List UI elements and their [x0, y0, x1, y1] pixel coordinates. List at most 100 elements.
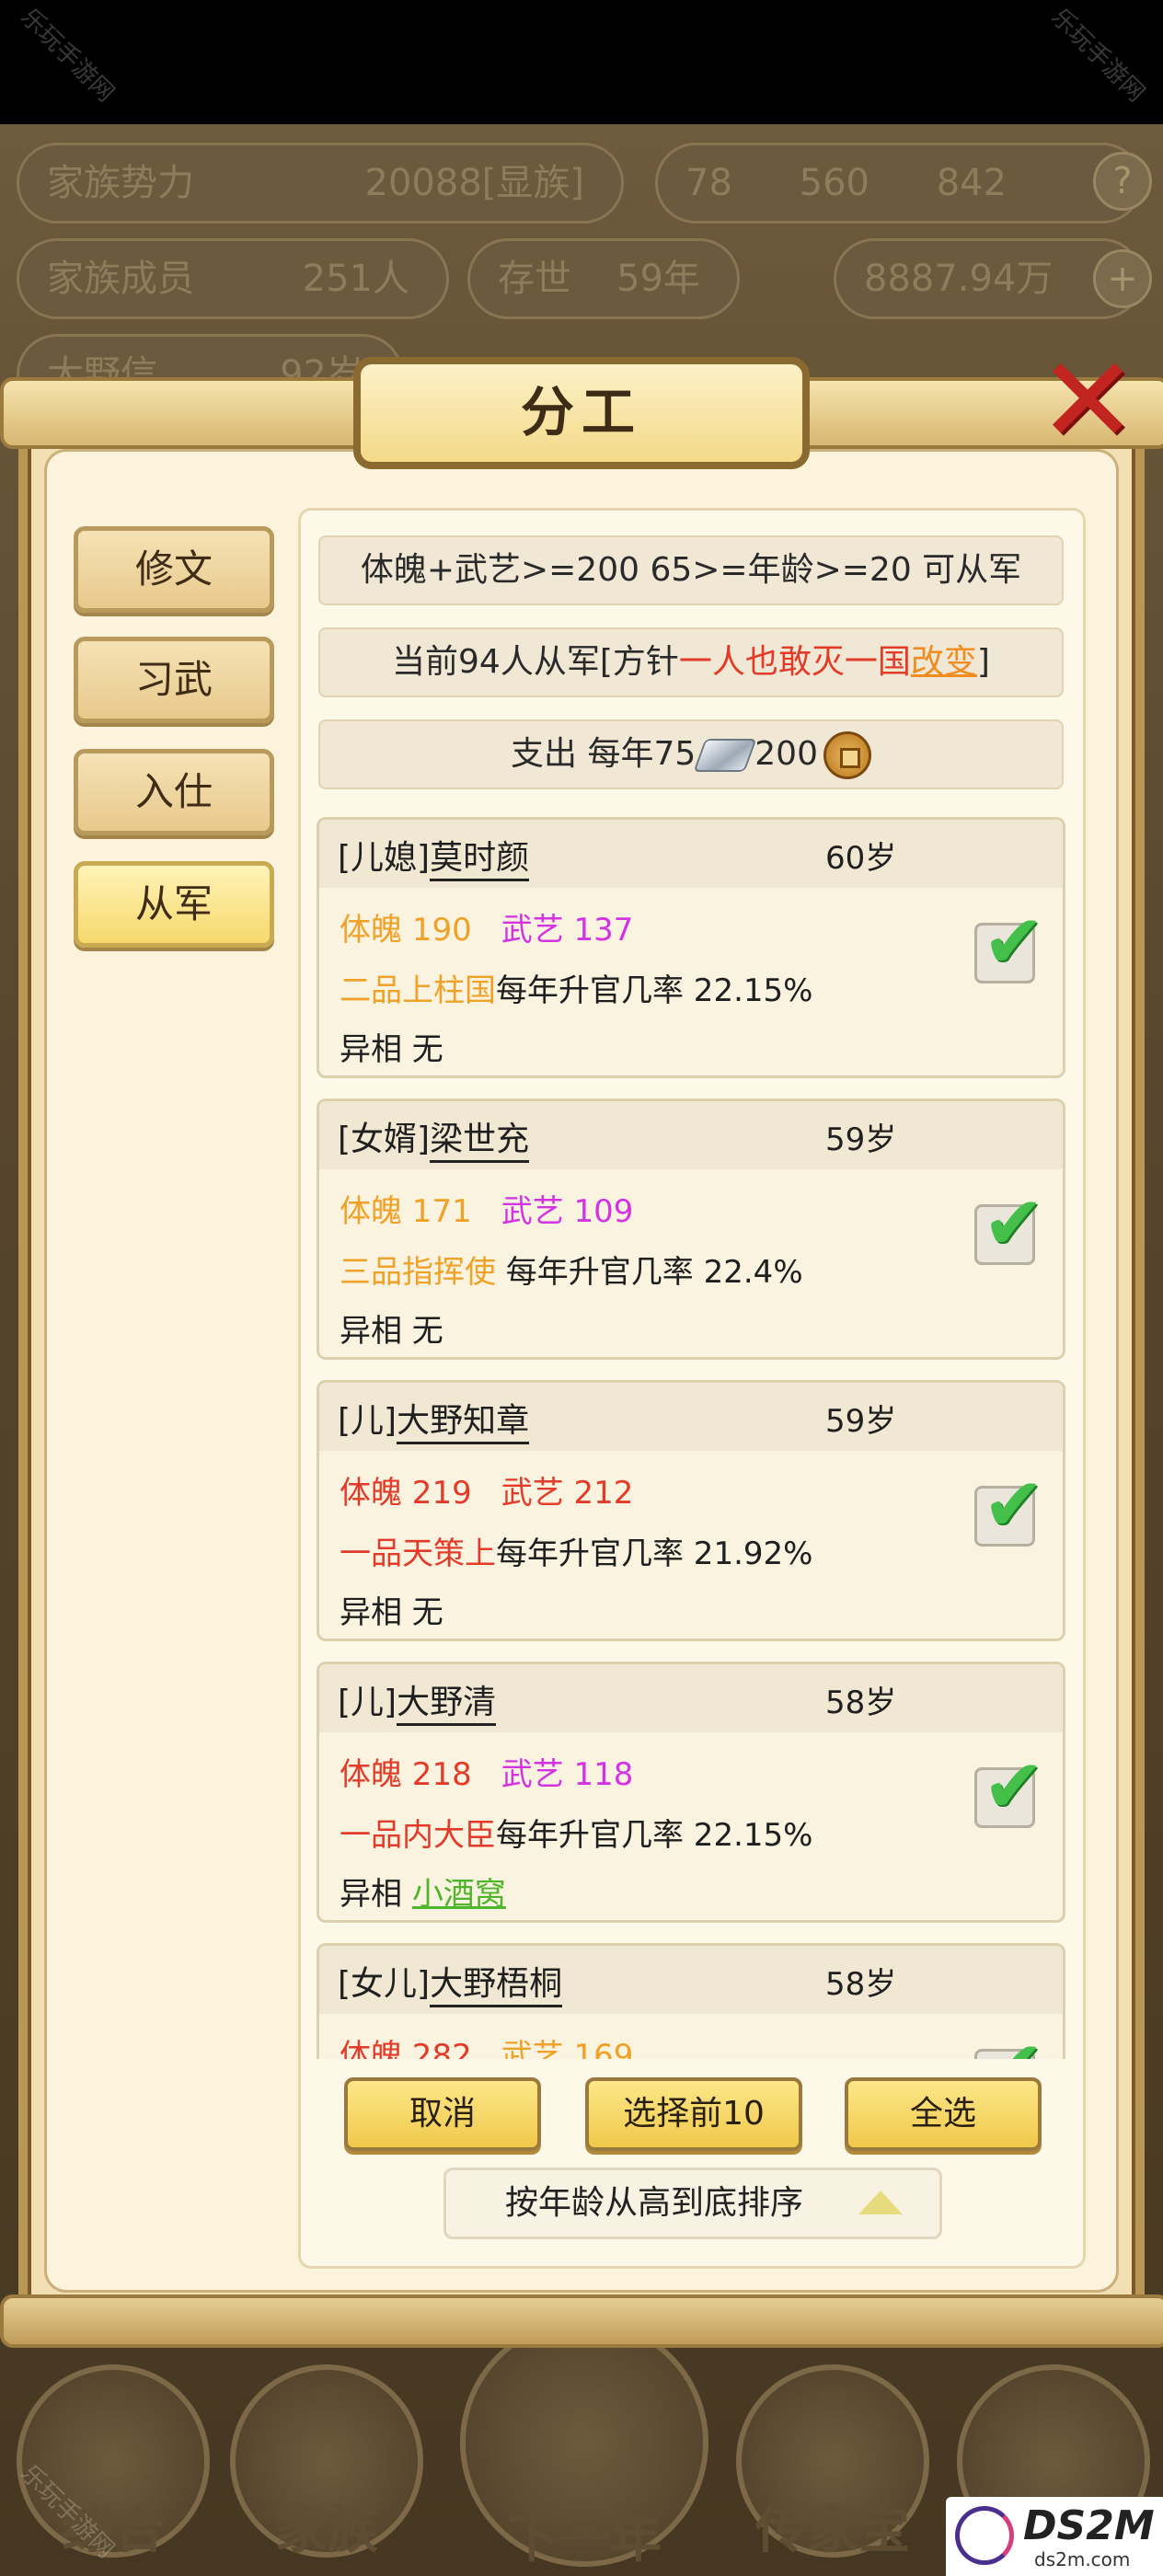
tab-military[interactable]: 从军: [74, 861, 274, 948]
nav-next-year-button[interactable]: 下一年: [460, 2318, 708, 2570]
stats-line: 体魄 171 武艺 109: [340, 1186, 633, 1231]
select-checkbox[interactable]: ✔: [974, 2031, 1044, 2059]
select-top10-button[interactable]: 选择前10: [585, 2077, 802, 2151]
checkmark-icon: ✔: [983, 1743, 1045, 1829]
resource-bar: 78 560 842: [655, 143, 1143, 224]
sort-up-icon: [858, 2191, 903, 2214]
status-bar: [0, 0, 1163, 124]
add-money-icon[interactable]: +: [1093, 249, 1152, 308]
coin-cost: 200: [754, 735, 818, 773]
member-name: [女婿]梁世充: [338, 1112, 530, 1163]
select-checkbox[interactable]: ✔: [974, 1187, 1044, 1265]
close-icon[interactable]: ✕: [1031, 340, 1145, 464]
physique-stat: 体魄 218: [340, 1756, 472, 1793]
sort-toggle[interactable]: 按年龄从高到底排序: [443, 2168, 942, 2239]
physique-stat: 体魄 219: [340, 1475, 472, 1512]
martial-stat: 武艺 212: [501, 1475, 634, 1512]
nav-overview-button[interactable]: 综合: [17, 2364, 210, 2560]
person-name[interactable]: 大野知章: [397, 1402, 530, 1444]
dialog-title: 分工: [353, 357, 810, 469]
policy-name: 一人也敢灭一国: [678, 643, 911, 681]
checkmark-icon: ✔: [983, 899, 1045, 984]
select-checkbox[interactable]: ✔: [974, 1468, 1044, 1547]
promotion-rate: 每年升官几率 21.92%: [496, 1535, 813, 1572]
relation-label: [儿]: [338, 1684, 397, 1721]
member-name: [女儿]大野梧桐: [338, 1957, 563, 2007]
trait-line: 异相 无: [340, 1024, 443, 1069]
help-icon[interactable]: ?: [1093, 152, 1152, 211]
list-item[interactable]: [女儿]大野梧桐 58岁 体魄 282 武艺 169 ✔: [317, 1943, 1065, 2059]
physique-stat: 体魄 282: [340, 2038, 472, 2059]
martial-stat: 武艺 169: [501, 2038, 634, 2059]
tab-study[interactable]: 修文: [74, 526, 274, 613]
tab-officialdom[interactable]: 入仕: [74, 749, 274, 835]
promotion-rate: 每年升官几率 22.15%: [496, 972, 813, 1009]
stats-line: 体魄 190 武艺 137: [340, 904, 633, 949]
martial-stat: 武艺 109: [501, 1193, 634, 1230]
member-name: [儿媳]莫时颜: [338, 831, 530, 881]
select-checkbox[interactable]: ✔: [974, 1750, 1044, 1828]
promotion-rate: 每年升官几率 22.4%: [496, 1254, 803, 1291]
trait-label: 异相: [340, 1876, 412, 1913]
member-list[interactable]: [儿媳]莫时颜 60岁 体魄 190 武艺 137 二品上柱国每年升官几率 22.…: [317, 815, 1067, 2059]
sort-label: 按年龄从高到底排序: [505, 2184, 804, 2222]
member-age: 59岁: [825, 1403, 897, 1440]
list-item[interactable]: [女婿]梁世充 59岁 体魄 171 武艺 109 三品指挥使 每年升官几率 22…: [317, 1098, 1065, 1360]
martial-stat: 武艺 137: [501, 912, 634, 949]
promotion-rate: 每年升官几率 22.15%: [496, 1817, 813, 1854]
coin-count: 842: [936, 162, 1008, 204]
trait-label: 异相 无: [340, 1031, 443, 1068]
rank-line: 二品上柱国每年升官几率 22.15%: [340, 965, 812, 1010]
member-age: 58岁: [825, 1685, 897, 1721]
nav-family-button[interactable]: 家族: [230, 2364, 423, 2560]
stats-line: 体魄 218 武艺 118: [340, 1749, 633, 1794]
silver-ingot-icon: [693, 739, 757, 772]
physique-stat: 体魄 171: [340, 1193, 472, 1230]
nav-label: 家族: [275, 2501, 378, 2560]
relation-label: [女儿]: [338, 1965, 431, 2003]
stats-line: 体魄 282 武艺 169: [340, 2030, 633, 2059]
nav-heirloom-button[interactable]: 传家宝: [736, 2364, 929, 2560]
person-name[interactable]: 大野梧桐: [430, 1965, 563, 2007]
trait-label: 异相 无: [340, 1594, 443, 1631]
person-name[interactable]: 大野清: [397, 1684, 497, 1726]
cost-label: 支出 每年: [511, 735, 654, 773]
checkmark-icon: ✔: [983, 1462, 1045, 1547]
relation-label: [女婿]: [338, 1121, 431, 1158]
stat-label: 存世: [498, 258, 571, 300]
stat-value: 59年: [616, 258, 700, 300]
person-name[interactable]: 莫时颜: [430, 839, 530, 881]
site-logo: DS2M ds2m.com: [946, 2497, 1163, 2576]
list-item[interactable]: [儿]大野清 58岁 体魄 218 武艺 118 一品内大臣每年升官几率 22.1…: [317, 1662, 1065, 1923]
checkmark-icon: ✔: [983, 2031, 1056, 2060]
requirement-text: 体魄+武艺>=200 65>=年龄>=20 可从军: [318, 535, 1064, 605]
nav-label: 传家宝: [755, 2501, 910, 2560]
martial-stat: 武艺 118: [501, 1756, 634, 1793]
trait-label: 异相 无: [340, 1313, 443, 1350]
rank-title: 三品指挥使: [340, 1254, 496, 1291]
select-checkbox[interactable]: ✔: [974, 905, 1044, 983]
logo-url: ds2m.com: [1034, 2548, 1131, 2570]
rank-line: 三品指挥使 每年升官几率 22.4%: [340, 1247, 803, 1292]
cancel-button[interactable]: 取消: [344, 2077, 541, 2151]
rank-line: 一品内大臣每年升官几率 22.15%: [340, 1810, 812, 1855]
logo-mark-icon: [955, 2506, 1014, 2565]
member-name: [儿]大野知章: [338, 1394, 530, 1444]
rank-title: 一品内大臣: [340, 1817, 496, 1854]
bracket-close: ]: [976, 643, 990, 681]
rank-line: 一品天策上每年升官几率 21.92%: [340, 1528, 812, 1573]
trait-value[interactable]: 小酒窝: [412, 1876, 506, 1913]
rank-title: 二品上柱国: [340, 972, 496, 1009]
logo-name: DS2M: [1023, 2502, 1155, 2549]
person-name[interactable]: 梁世充: [430, 1121, 530, 1163]
copper-coin-icon: [823, 731, 871, 779]
select-all-button[interactable]: 全选: [845, 2077, 1042, 2151]
change-policy-link[interactable]: 改变: [911, 643, 977, 681]
tab-martial[interactable]: 习武: [74, 637, 274, 723]
trait-line: 异相 无: [340, 1587, 443, 1632]
family-members-stat: 家族成员 251人: [17, 238, 449, 319]
list-item[interactable]: [儿媳]莫时颜 60岁 体魄 190 武艺 137 二品上柱国每年升官几率 22.…: [317, 817, 1065, 1078]
current-policy-row: 当前94人从军[方针一人也敢灭一国改变]: [318, 627, 1064, 697]
list-item[interactable]: [儿]大野知章 59岁 体魄 219 武艺 212 一品天策上每年升官几率 21.…: [317, 1380, 1065, 1641]
silver-count: 560: [799, 162, 869, 204]
